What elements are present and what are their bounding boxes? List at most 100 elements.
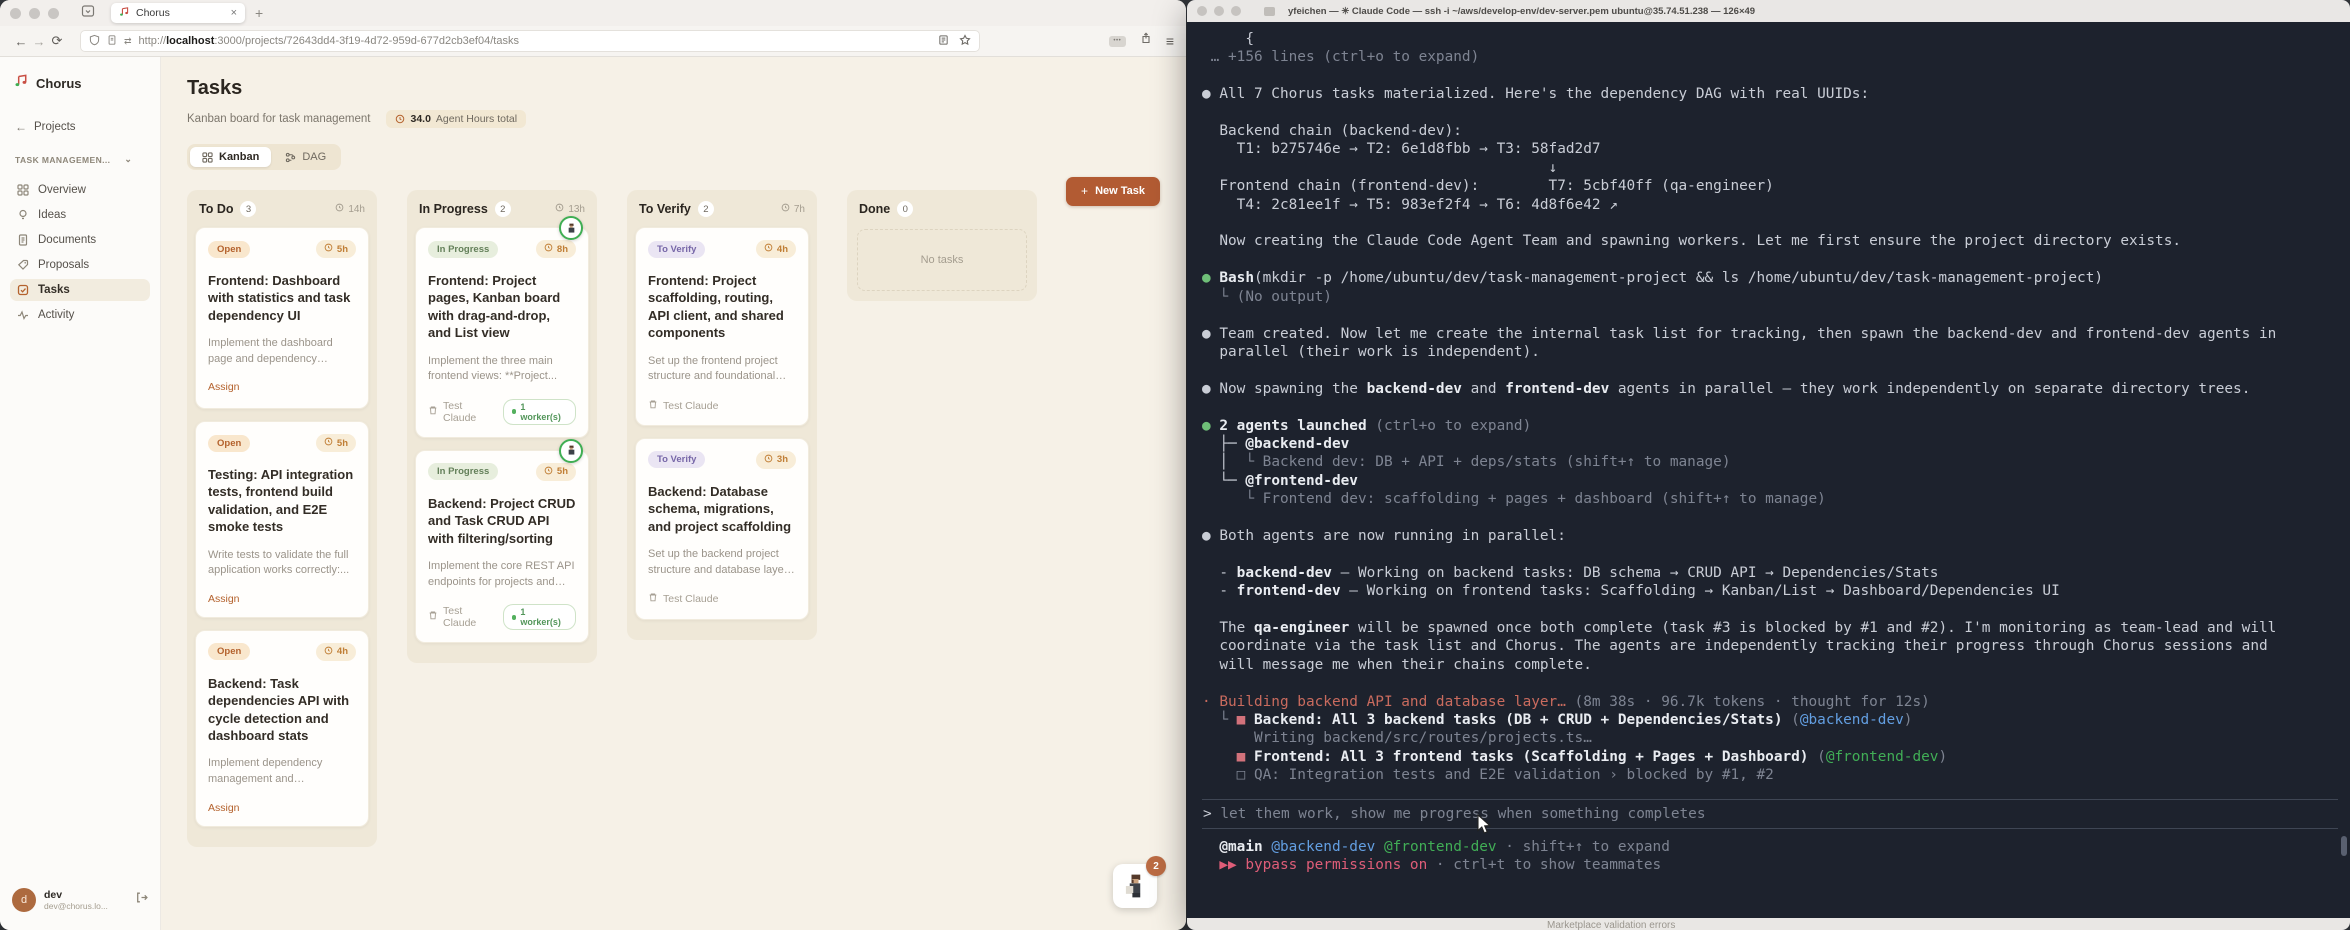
new-task-button[interactable]: + New Task [1066,177,1160,206]
terminal-line: └─ @frontend-dev [1202,472,2342,490]
sidebar-item-documents[interactable]: Documents [10,229,150,251]
tag-icon [17,259,30,271]
trash-icon[interactable] [428,610,438,624]
assign-link[interactable]: Assign [208,381,240,393]
trash-icon[interactable] [648,399,658,413]
task-card[interactable]: In Progress5hBackend: Project CRUD and T… [415,450,589,643]
task-card[interactable]: In Progress8hFrontend: Project pages, Ka… [415,227,589,438]
reader-mode-icon[interactable] [938,34,949,49]
task-card[interactable]: To Verify3hBackend: Database schema, mig… [635,438,809,620]
clock-icon [544,243,553,255]
worker-status-dot [512,409,517,414]
address-bar[interactable]: ⇄ http://localhost:3000/projects/72643dd… [80,30,980,52]
browser-toolbar: ← → ⟳ ⇄ http://localhost:3000/projects/7… [0,26,1186,57]
project-selector[interactable]: TASK MANAGEMEN... ⌄ [10,154,150,165]
agent-hours-badge: 34.0 Agent Hours total [386,110,526,128]
zoom-window-button[interactable] [48,8,59,19]
tab-close-icon[interactable]: × [231,8,237,19]
clock-icon [395,114,405,124]
status-badge: Open [208,643,250,660]
sidebar-item-activity[interactable]: Activity [10,304,150,326]
close-window-button[interactable] [10,8,21,19]
chorus-logo-icon [14,73,29,94]
sidebar-item-ideas[interactable]: Ideas [10,204,150,226]
close-window-button[interactable] [1197,6,1207,16]
hours-badge: 5h [316,240,356,258]
share-icon[interactable] [1140,32,1152,50]
back-to-projects-link[interactable]: ← Projects [10,120,150,134]
minimize-window-button[interactable] [29,8,40,19]
container-swap-icon[interactable]: ⇄ [124,36,132,47]
terminal-line [1202,601,2342,619]
new-tab-button[interactable]: + [255,5,263,21]
bulb-icon [17,209,30,221]
workers-badge[interactable]: 1 worker(s) [503,604,576,630]
sidebar-item-label: Documents [38,234,96,246]
terminal-line: Frontend chain (frontend-dev): T7: 5cbf4… [1202,177,2342,195]
terminal-line: ● Now spawning the backend-dev and front… [1202,380,2342,398]
url-text: http://localhost:3000/projects/72643dd4-… [139,35,519,47]
workers-badge[interactable]: 1 worker(s) [503,399,576,425]
terminal-line [1202,361,2342,379]
status-badge: Open [208,435,250,452]
status-badge: In Progress [428,241,498,258]
browser-tab-chorus[interactable]: Chorus × [111,3,245,23]
minimize-window-button[interactable] [1214,6,1224,16]
back-icon[interactable]: ← [12,34,30,49]
task-description: Implement the dashboard page and depende… [208,336,356,367]
user-account[interactable]: d dev dev@chorus.lo... [10,884,150,916]
extension-icon[interactable]: ••• [1109,36,1126,47]
sidebar-item-tasks[interactable]: Tasks [10,279,150,301]
worker-status-dot [512,615,517,620]
task-description: Implement the three main frontend views:… [428,354,576,385]
task-card[interactable]: Open5hTesting: API integration tests, fr… [195,421,369,618]
kanban-board: To Do314hOpen5hFrontend: Dashboard with … [187,190,1186,847]
tab-list-icon[interactable] [81,4,95,23]
terminal-window: yfeichen — ✳ Claude Code — ssh -i ~/aws/… [1187,0,2350,918]
clock-icon [555,203,564,215]
kanban-column-in-progress: In Progress213hIn Progress8hFrontend: Pr… [407,190,597,663]
plus-icon: + [1081,184,1088,198]
sidebar-item-label: Proposals [38,259,89,271]
terminal-line: @main @backend-dev @frontend-dev · shift… [1202,838,2342,856]
dag-branch-icon [285,152,296,163]
column-title: To Verify [639,202,691,216]
terminal-title: yfeichen — ✳ Claude Code — ssh -i ~/aws/… [1288,6,1755,17]
terminal-line [1202,674,2342,692]
assign-link[interactable]: Assign [208,802,240,814]
task-card[interactable]: Open5hFrontend: Dashboard with statistic… [195,227,369,409]
reload-icon[interactable]: ⟳ [48,33,66,49]
kanban-column-done: Done0No tasks [847,190,1037,301]
browser-window: Chorus × + ← → ⟳ ⇄ http://localhost:3000… [0,0,1186,930]
terminal-line: ■ Frontend: All 3 frontend tasks (Scaffo… [1202,748,2342,766]
worker-avatar[interactable] [559,216,583,240]
zoom-window-button[interactable] [1231,6,1241,16]
terminal-line [1202,509,2342,527]
terminal-line: coordinate via the task list and Chorus.… [1202,637,2342,655]
terminal-line: { [1202,30,2342,48]
terminal-input[interactable]: > let them work, show me progress when s… [1202,799,2338,829]
task-card[interactable]: Open4hBackend: Task dependencies API wit… [195,630,369,827]
terminal-line: Writing backend/src/routes/projects.ts… [1202,729,2342,747]
window-controls [10,8,59,19]
forward-icon[interactable]: → [30,34,48,49]
worker-avatar[interactable] [559,439,583,463]
trash-icon[interactable] [428,405,438,419]
logout-icon[interactable] [135,891,148,909]
assign-link[interactable]: Assign [208,593,240,605]
column-count-badge: 0 [897,201,913,217]
user-email: dev@chorus.lo... [44,901,108,911]
tab-kanban[interactable]: Kanban [190,147,271,167]
menu-hamburger-icon[interactable]: ≡ [1166,33,1174,49]
tab-dag[interactable]: DAG [273,147,338,167]
bookmark-star-icon[interactable] [959,34,971,49]
shield-icon[interactable] [89,34,100,49]
scrollbar-thumb[interactable] [2341,836,2347,856]
sidebar-item-overview[interactable]: Overview [10,179,150,201]
terminal-line: ● Both agents are now running in paralle… [1202,527,2342,545]
trash-icon[interactable] [648,592,658,606]
page-info-icon[interactable] [107,34,117,49]
floating-assistant-widget[interactable]: 2 [1113,864,1157,908]
task-card[interactable]: To Verify4hFrontend: Project scaffolding… [635,227,809,426]
sidebar-item-proposals[interactable]: Proposals [10,254,150,276]
